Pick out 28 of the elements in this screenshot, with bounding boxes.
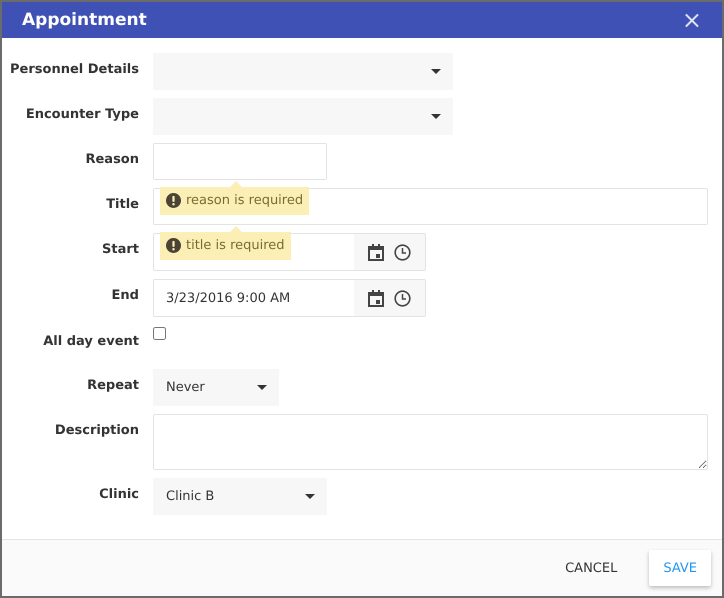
dropdown[interactable]: Never [153,369,279,406]
warning-icon [166,238,181,253]
field-label: Start [102,241,139,257]
field-label: All day event [43,333,139,349]
field-label: Reason [85,151,139,167]
clock-icon[interactable] [394,244,411,260]
text-field[interactable] [153,143,327,180]
calendar-icon[interactable] [368,244,384,260]
field-label: Repeat [87,377,139,393]
caret-icon [305,494,315,499]
dialog-title: Appointment [22,10,147,30]
caret-icon [257,385,267,390]
error-message: title is required [186,238,285,253]
field-label: Encounter Type [26,106,139,122]
checkbox[interactable] [153,327,166,340]
cancel-button[interactable]: CANCEL [551,550,632,586]
warning-icon [166,193,181,208]
dropdown[interactable]: Clinic B [153,478,327,515]
error-message: reason is required [186,193,304,208]
field-label: Personnel Details [10,61,139,77]
field-label: End [112,287,139,303]
caret-icon [431,69,441,74]
field-label: Description [54,422,139,438]
close-button[interactable]: × [682,8,702,32]
textarea-field[interactable] [153,414,708,470]
field-label: Clinic [99,486,139,502]
caret-icon [431,114,441,119]
field-label: Title [106,196,139,212]
